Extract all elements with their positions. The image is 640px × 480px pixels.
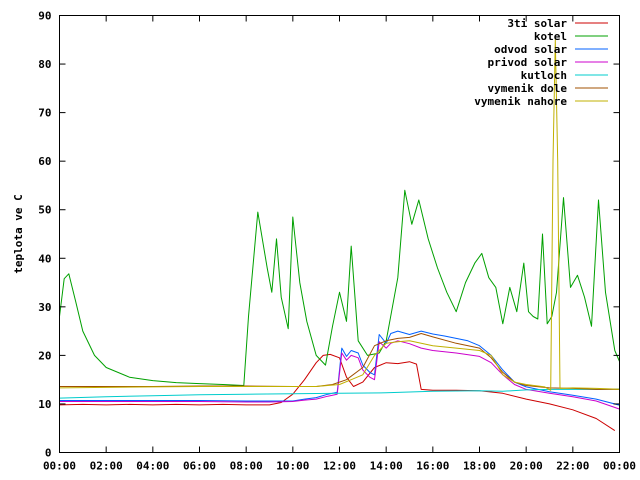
legend-label: kotel xyxy=(534,30,567,43)
x-tick-label: 12:00 xyxy=(323,460,356,473)
x-tick-label: 06:00 xyxy=(183,460,216,473)
y-tick-label: 90 xyxy=(38,10,51,23)
legend-label: odvod solar xyxy=(494,43,567,56)
y-tick-label: 80 xyxy=(38,58,51,71)
y-tick-label: 0 xyxy=(45,447,52,460)
temperature-chart: 00:00 02:00 04:00 06:00 08:00 10:00 12:00 14:00… xyxy=(0,0,640,480)
y-tick-label: 50 xyxy=(38,204,51,217)
y-tick-label: 60 xyxy=(38,155,51,168)
legend-label: privod solar xyxy=(488,56,568,69)
y-tick-label: 20 xyxy=(38,349,51,362)
x-tick-label: 20:00 xyxy=(510,460,543,473)
legend-label: kutloch xyxy=(521,69,567,82)
x-tick-label: 10:00 xyxy=(276,460,309,473)
x-tick-label: 08:00 xyxy=(230,460,263,473)
y-axis-label: teplota ve C xyxy=(12,194,25,273)
x-tick-label: 16:00 xyxy=(416,460,449,473)
x-tick-label: 14:00 xyxy=(370,460,403,473)
legend-label: 3ti solar xyxy=(507,17,567,30)
y-tick-label: 40 xyxy=(38,252,51,265)
y-tick-label: 70 xyxy=(38,107,51,120)
legend-label: vymenik nahore xyxy=(474,95,567,108)
x-tick-label: 00:00 xyxy=(603,460,636,473)
x-tick-label: 00:00 xyxy=(43,460,76,473)
x-tick-label: 04:00 xyxy=(136,460,169,473)
x-tick-label: 18:00 xyxy=(463,460,496,473)
x-tick-label: 02:00 xyxy=(90,460,123,473)
legend-label: vymenik dole xyxy=(488,82,568,95)
x-tick-label: 22:00 xyxy=(556,460,589,473)
y-tick-label: 30 xyxy=(38,301,51,314)
y-tick-label: 10 xyxy=(38,398,51,411)
